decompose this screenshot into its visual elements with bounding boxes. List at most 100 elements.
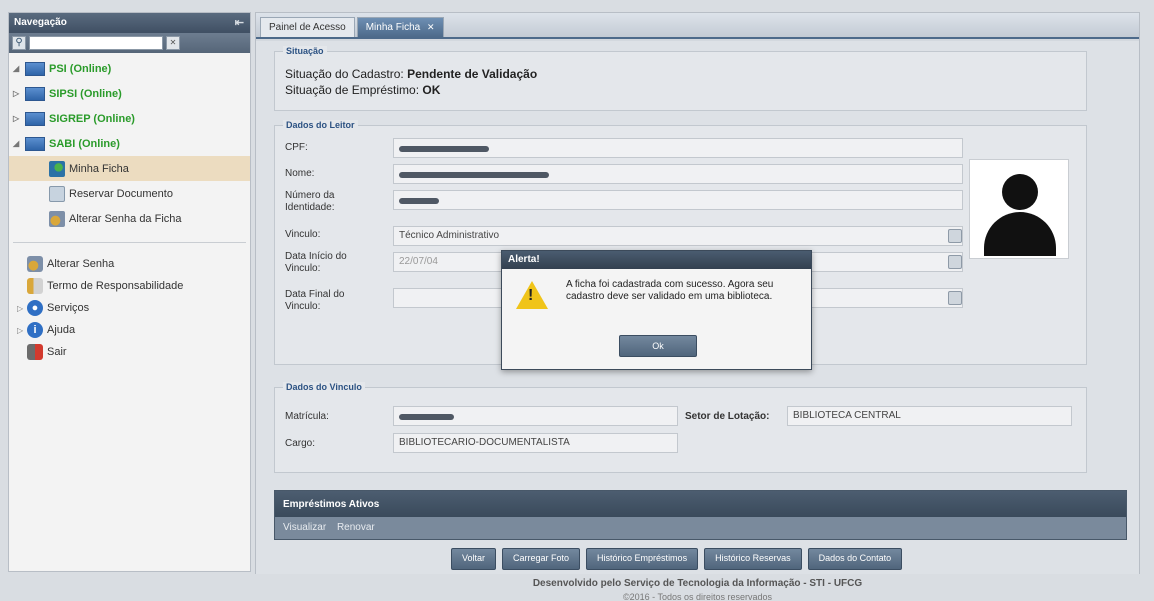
tree-node-psi[interactable]: ◢ PSI (Online)	[9, 56, 250, 81]
expander-icon[interactable]: ◢	[13, 64, 23, 73]
nome-label: Nome:	[285, 168, 315, 179]
footer-copyright: ©2016 - Todos os direitos reservados	[622, 592, 773, 601]
tab-painel-de-acesso[interactable]: Painel de Acesso	[260, 17, 355, 37]
emprestimo-status: Situação de Empréstimo: OK	[285, 83, 440, 97]
collapse-sidebar-icon[interactable]: ⇤	[235, 16, 244, 29]
filter-input[interactable]	[29, 36, 163, 50]
situacao-section: Situação Situação do Cadastro: Pendente …	[274, 46, 1087, 111]
cadastro-label: Situação do Cadastro:	[285, 67, 404, 81]
page-footer: Desenvolvido pelo Serviço de Tecnologia …	[255, 578, 1140, 601]
setor-field[interactable]: BIBLIOTECA CENTRAL	[787, 406, 1072, 426]
tab-minha-ficha[interactable]: Minha Ficha ✕	[356, 17, 444, 37]
redacted-value	[399, 146, 489, 152]
setor-label: Setor de Lotação:	[685, 411, 770, 422]
key-user-icon	[27, 256, 43, 272]
calendar-icon[interactable]	[948, 255, 962, 269]
sidebar-divider	[13, 233, 246, 243]
redacted-value	[399, 414, 454, 420]
carregar-foto-button[interactable]: Carregar Foto	[502, 548, 581, 570]
footer-credit: Desenvolvido pelo Serviço de Tecnologia …	[532, 578, 863, 589]
tree-node-sipsi[interactable]: ▷ SIPSI (Online)	[9, 81, 250, 106]
emprestimos-title: Empréstimos Ativos	[275, 491, 1126, 517]
calendar-icon[interactable]	[948, 291, 962, 305]
document-pen-icon	[27, 278, 43, 294]
tree-node-label: SIGREP (Online)	[49, 112, 135, 125]
sidebar-item-label: Reservar Documento	[69, 187, 173, 200]
emprestimo-label: Situação de Empréstimo:	[285, 83, 420, 97]
dropdown-arrow-icon[interactable]	[948, 229, 962, 243]
user-photo-avatar	[969, 159, 1069, 259]
key-user-icon	[49, 210, 65, 227]
system-icon	[25, 86, 45, 101]
data-final-label: Data Final do Vinculo:	[285, 289, 345, 312]
renovar-link[interactable]: Renovar	[337, 522, 375, 533]
system-icon	[25, 136, 45, 151]
tree-node-label: PSI (Online)	[49, 62, 112, 75]
ok-button[interactable]: Ok	[619, 335, 697, 357]
cpf-field[interactable]	[393, 138, 963, 158]
sidebar-item-minha-ficha[interactable]: Minha Ficha	[9, 156, 250, 181]
systems-tree: ◢ PSI (Online) ▷ SIPSI (Online) ▷ SIGREP…	[9, 53, 250, 231]
expander-icon[interactable]: ▷	[13, 89, 23, 98]
menu-item-label: Sair	[47, 346, 67, 358]
expander-icon[interactable]: ▷	[17, 304, 27, 313]
matricula-field[interactable]	[393, 406, 678, 426]
menu-item-servicos[interactable]: ▷ ● Serviços	[9, 297, 250, 319]
expander-icon[interactable]: ◢	[13, 139, 23, 148]
expander-icon[interactable]: ▷	[13, 114, 23, 123]
tree-node-label: SIPSI (Online)	[49, 87, 122, 100]
sidebar-item-reservar-documento[interactable]: Reservar Documento	[9, 181, 250, 206]
dialog-message: A ficha foi cadastrada com sucesso. Agor…	[566, 279, 774, 302]
sidebar-title: Navegação	[14, 17, 67, 28]
dados-contato-button[interactable]: Dados do Contato	[807, 548, 903, 570]
section-legend: Situação	[283, 46, 327, 56]
cargo-field[interactable]: BIBLIOTECARIO-DOCUMENTALISTA	[393, 433, 678, 453]
system-icon	[25, 61, 45, 76]
sidebar-item-label: Minha Ficha	[69, 162, 129, 175]
dados-vinculo-section: Dados do Vinculo Matrícula: Setor de Lot…	[274, 382, 1087, 473]
emprestimos-ativos-panel: Empréstimos Ativos Visualizar Renovar	[274, 490, 1127, 540]
voltar-button[interactable]: Voltar	[451, 548, 497, 570]
section-legend: Dados do Vinculo	[283, 382, 365, 392]
historico-reservas-button[interactable]: Histórico Reservas	[704, 548, 802, 570]
user-card-icon	[49, 160, 65, 177]
menu-item-sair[interactable]: Sair	[9, 341, 250, 363]
cadastro-value: Pendente de Validação	[407, 67, 538, 81]
help-icon: i	[27, 322, 43, 338]
tree-node-sigrep[interactable]: ▷ SIGREP (Online)	[9, 106, 250, 131]
expander-icon[interactable]: ▷	[17, 326, 27, 335]
redacted-value	[399, 198, 439, 204]
cargo-label: Cargo:	[285, 438, 316, 449]
nome-field[interactable]	[393, 164, 963, 184]
data-inicio-label: Data Início do Vinculo:	[285, 251, 347, 274]
close-icon[interactable]: ✕	[427, 22, 435, 32]
cadastro-status: Situação do Cadastro: Pendente de Valida…	[285, 67, 537, 81]
historico-emprestimos-button[interactable]: Histórico Empréstimos	[586, 548, 699, 570]
tab-label: Minha Ficha	[365, 22, 421, 33]
vinculo-select[interactable]: Técnico Administrativo	[393, 226, 963, 246]
menu-item-label: Alterar Senha	[47, 258, 115, 270]
identidade-field[interactable]	[393, 190, 963, 210]
document-search-icon	[49, 185, 65, 202]
cpf-label: CPF:	[285, 142, 308, 153]
services-icon: ●	[27, 300, 43, 316]
menu-item-label: Serviços	[47, 302, 90, 314]
visualizar-link[interactable]: Visualizar	[283, 522, 326, 533]
sidebar-item-alterar-senha-ficha[interactable]: Alterar Senha da Ficha	[9, 206, 250, 231]
menu-item-label: Termo de Responsabilidade	[47, 280, 184, 292]
tree-node-sabi[interactable]: ◢ SABI (Online)	[9, 131, 250, 156]
filter-clear-icon[interactable]: ✕	[166, 36, 180, 50]
identidade-label: Número da Identidade:	[285, 190, 335, 213]
action-buttons: Voltar Carregar Foto Histórico Empréstim…	[451, 548, 903, 570]
tab-bar: Painel de Acesso Minha Ficha ✕	[256, 13, 1139, 39]
dialog-title: Alerta!	[502, 251, 811, 269]
menu-item-label: Ajuda	[47, 324, 76, 336]
alert-dialog: Alerta! ! A ficha foi cadastrada com suc…	[501, 250, 812, 370]
tree-node-label: SABI (Online)	[49, 137, 120, 150]
vinculo-label: Vinculo:	[285, 229, 321, 240]
menu-item-termo[interactable]: Termo de Responsabilidade	[9, 275, 250, 297]
navigation-sidebar: Navegação ⇤ ⚲ ✕ ◢ PSI (Online) ▷ SIPSI (…	[8, 12, 251, 572]
menu-item-alterar-senha[interactable]: Alterar Senha	[9, 253, 250, 275]
menu-item-ajuda[interactable]: ▷ i Ajuda	[9, 319, 250, 341]
emprestimo-value: OK	[422, 83, 441, 97]
